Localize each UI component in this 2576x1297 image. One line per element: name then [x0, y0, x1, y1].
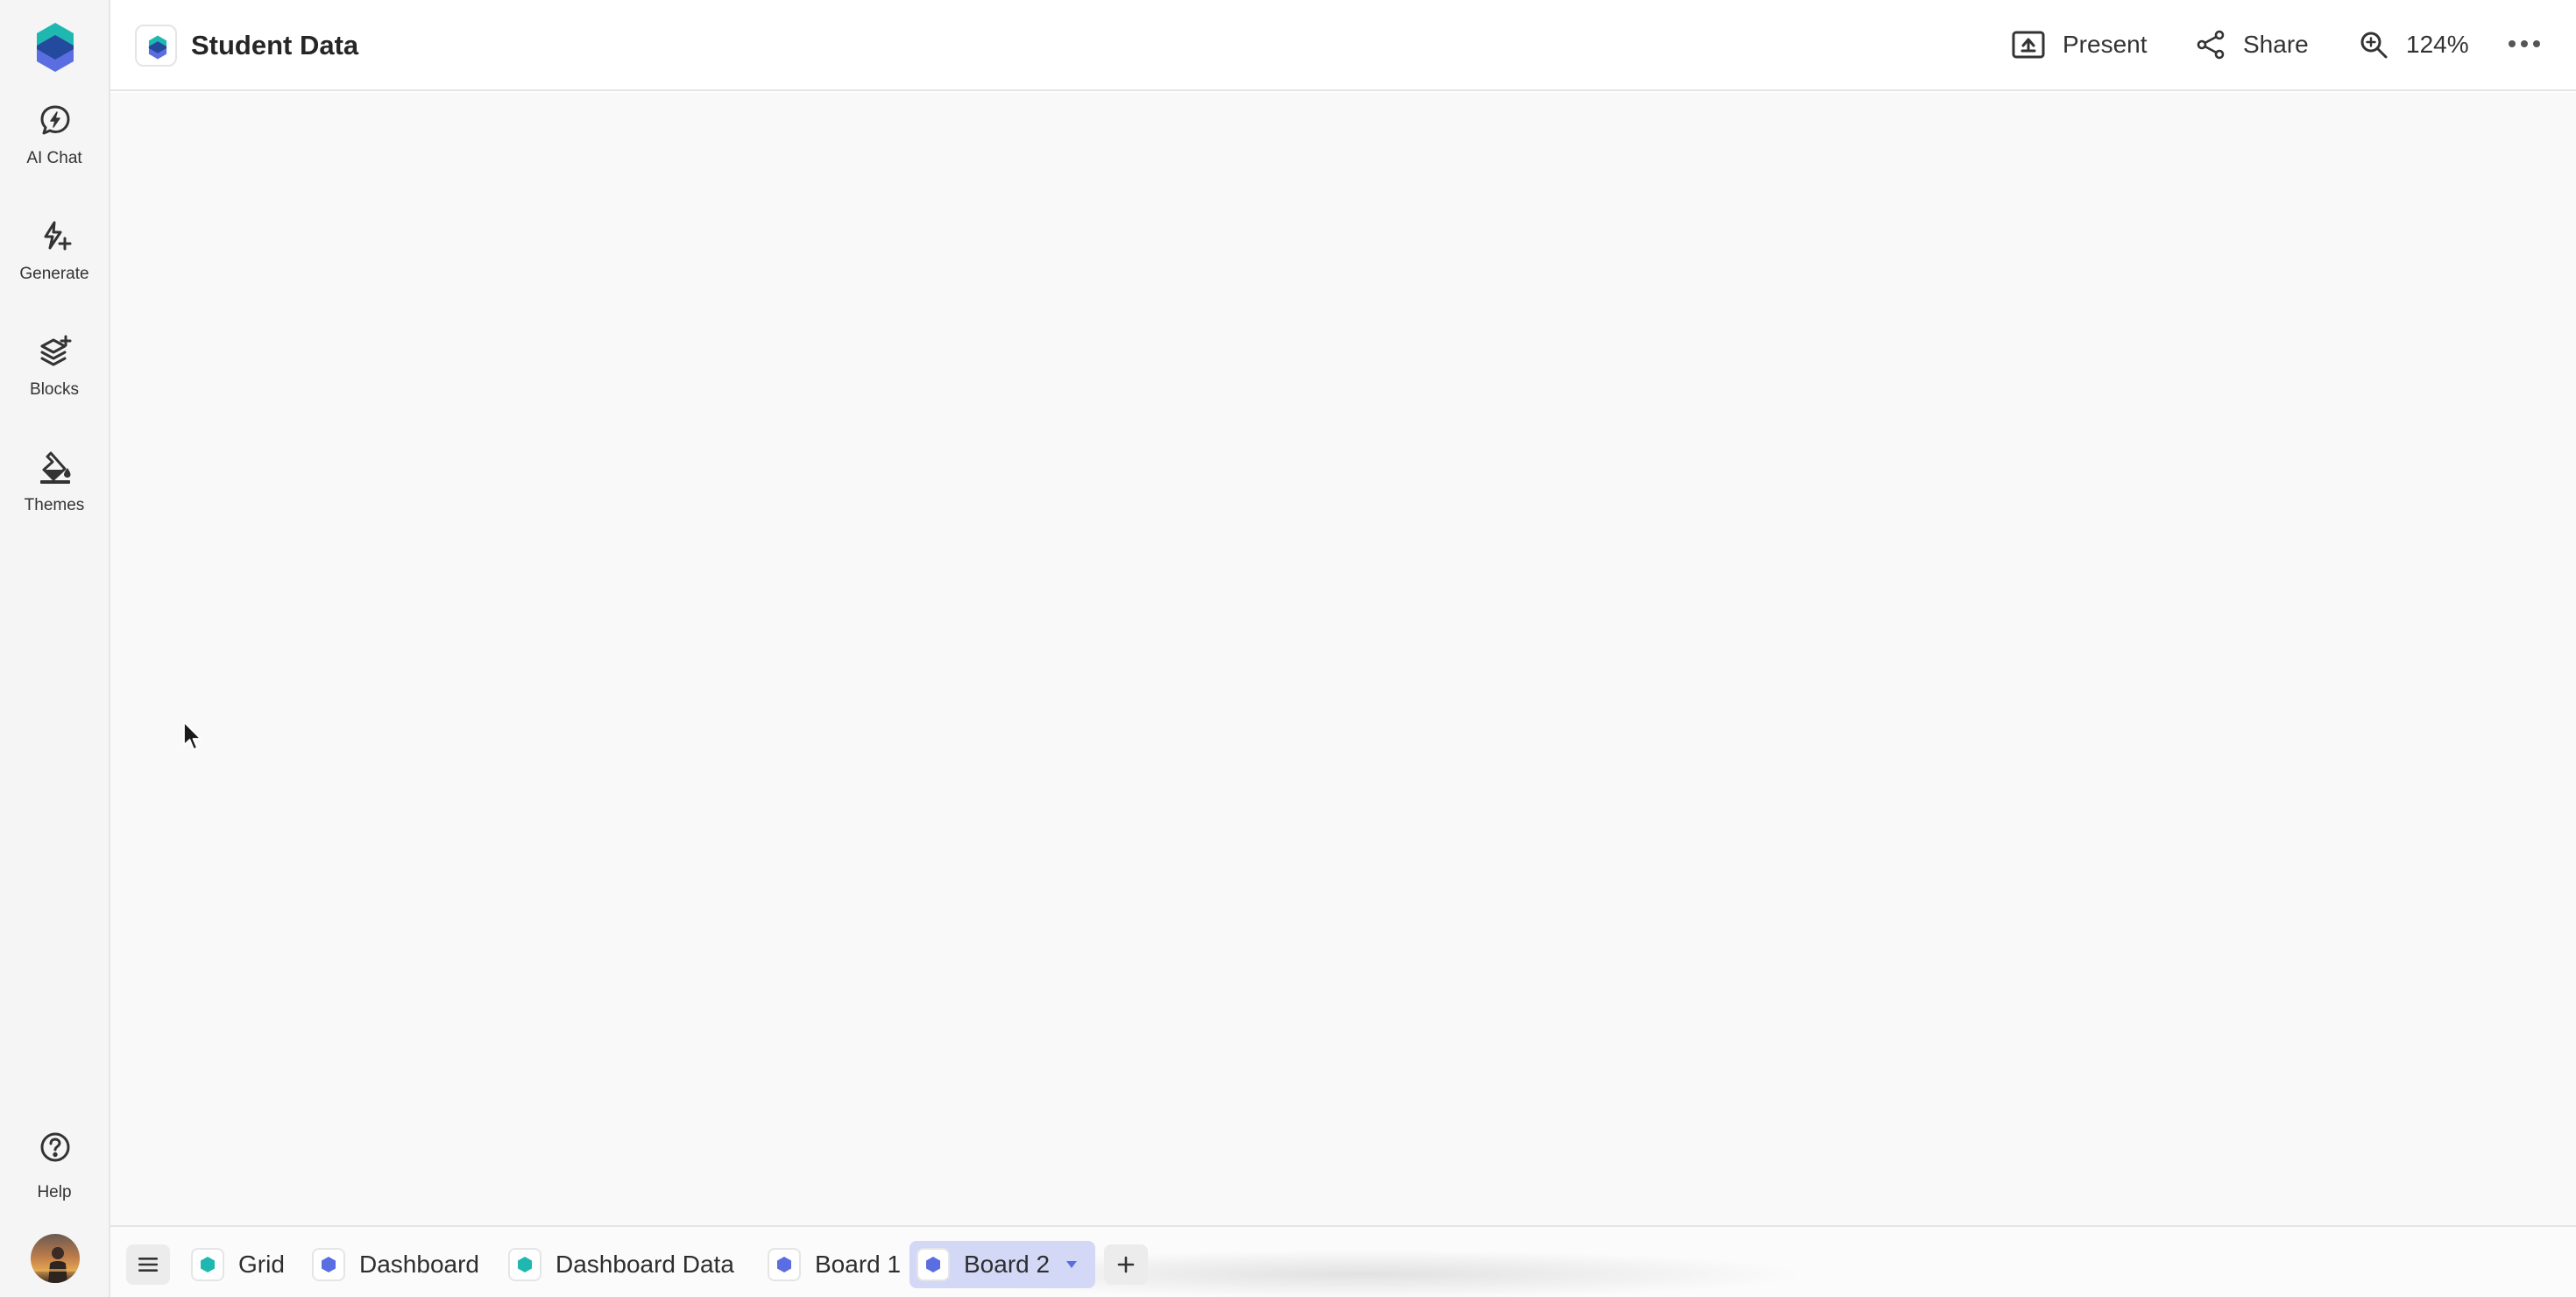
sidebar-item-generate[interactable]: Generate	[0, 219, 109, 315]
tab-dashboard-data[interactable]: Dashboard Data	[501, 1241, 745, 1288]
chevron-down-icon[interactable]	[1065, 1260, 1078, 1269]
present-label: Present	[2063, 31, 2148, 58]
tab-label: Dashboard Data	[556, 1251, 734, 1278]
board-view-icon	[916, 1248, 950, 1281]
board-view-icon	[768, 1248, 801, 1281]
zoom-icon	[2360, 32, 2388, 59]
left-sidebar: AI Chat Generate Blocks Themes Help	[0, 0, 110, 1297]
hamburger-menu-icon	[138, 1258, 158, 1272]
present-button[interactable]: Present	[2012, 23, 2148, 67]
sidebar-item-label: Themes	[24, 496, 85, 514]
add-tab-button[interactable]	[1104, 1244, 1148, 1285]
help-icon	[39, 1130, 72, 1164]
tab-label: Board 2	[964, 1251, 1051, 1278]
sidebar-item-blocks[interactable]: Blocks	[0, 335, 109, 431]
top-header: Student Data Present Share 124%	[110, 0, 2576, 91]
page-title[interactable]: Student Data	[191, 30, 358, 61]
app-window: AI Chat Generate Blocks Themes Help Stud…	[0, 0, 2576, 1297]
more-options-button[interactable]	[2502, 26, 2546, 61]
zoom-control[interactable]: 124%	[2359, 23, 2469, 67]
tab-dashboard[interactable]: Dashboard	[305, 1241, 490, 1288]
sheet-tab-bar: Grid Dashboard Dashboard Data Board 1 Bo	[110, 1225, 2576, 1297]
sidebar-item-ai-chat[interactable]: AI Chat	[0, 103, 109, 200]
sidebar-item-label: AI Chat	[26, 149, 82, 167]
sidebar-item-label: Blocks	[30, 380, 79, 399]
plus-icon	[1117, 1256, 1135, 1273]
sidebar-item-themes[interactable]: Themes	[0, 450, 109, 547]
tab-board-1[interactable]: Board 1	[761, 1241, 911, 1288]
present-icon	[2012, 31, 2045, 59]
user-avatar[interactable]	[31, 1234, 80, 1283]
dashboard-view-icon	[312, 1248, 345, 1281]
sidebar-item-help[interactable]: Help	[0, 1130, 109, 1209]
tab-label: Board 1	[815, 1251, 902, 1278]
tabs-menu-button[interactable]	[126, 1244, 170, 1285]
generate-icon	[39, 219, 72, 252]
more-horizontal-icon	[2509, 40, 2540, 47]
themes-icon	[39, 450, 72, 484]
blocks-icon	[39, 335, 72, 368]
help-label: Help	[37, 1183, 72, 1201]
tab-board-2[interactable]: Board 2	[909, 1241, 1095, 1288]
share-label: Share	[2243, 31, 2309, 58]
share-icon	[2197, 30, 2225, 60]
grid-view-icon	[508, 1248, 541, 1281]
board-canvas[interactable]	[110, 93, 2576, 1225]
mouse-cursor-icon	[183, 721, 202, 750]
grid-view-icon	[191, 1248, 224, 1281]
ai-chat-icon	[39, 103, 72, 137]
sidebar-item-label: Generate	[19, 265, 89, 283]
tab-label: Dashboard	[359, 1251, 479, 1278]
share-button[interactable]: Share	[2196, 23, 2309, 67]
document-icon	[135, 25, 177, 67]
tab-label: Grid	[238, 1251, 285, 1278]
tab-grid[interactable]: Grid	[184, 1241, 295, 1288]
hexagon-logo-icon[interactable]	[33, 21, 77, 74]
zoom-label: 124%	[2406, 31, 2469, 58]
